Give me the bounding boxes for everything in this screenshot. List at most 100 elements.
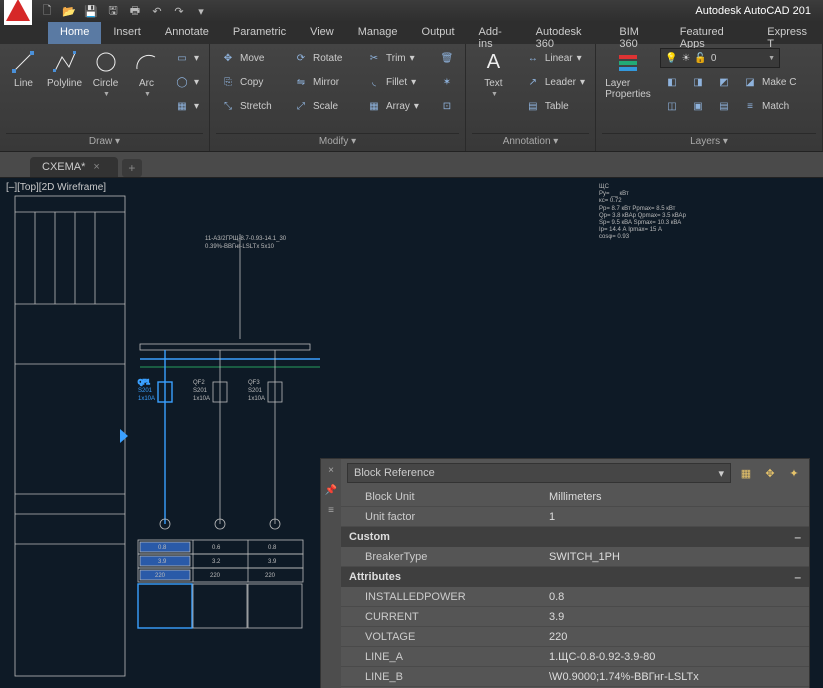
panel-modify-title[interactable]: Modify ▾ xyxy=(216,133,459,151)
file-tabs: CXEMA* × + xyxy=(0,152,823,178)
layer-combo[interactable]: 💡☀🔓 0 ▼ xyxy=(660,48,780,68)
rect-button[interactable]: ▭▾ xyxy=(170,48,203,68)
save-icon[interactable]: 💾 xyxy=(82,2,100,20)
ribbon-tabs: Home Insert Annotate Parametric View Man… xyxy=(0,22,823,44)
match-button[interactable]: ≡Match xyxy=(738,96,793,116)
layer-icon: ◪ xyxy=(742,74,758,90)
svg-text:220: 220 xyxy=(155,573,166,579)
new-icon[interactable]: 🗋 xyxy=(38,2,56,20)
tab-home[interactable]: Home xyxy=(48,22,101,44)
make-current-button[interactable]: ◪Make C xyxy=(738,72,800,92)
stretch-button[interactable]: ⤡Stretch xyxy=(216,96,283,116)
quickselect-icon[interactable]: ▦ xyxy=(737,464,755,482)
open-icon[interactable]: 📂 xyxy=(60,2,78,20)
leader-icon: ↗ xyxy=(525,74,541,90)
section-custom[interactable]: Custom– xyxy=(341,527,809,547)
saveas-icon[interactable]: 🖫 xyxy=(104,2,122,20)
leader-button[interactable]: ↗Leader ▾ xyxy=(521,72,589,92)
prop-row[interactable]: LINE_B\W0.9000;1.74%-ВВГнг-LSLTx xyxy=(341,667,809,687)
svg-text:11-А3/2ГРЩ-8.7-0.93-14.1_30: 11-А3/2ГРЩ-8.7-0.93-14.1_30 xyxy=(205,236,287,242)
layer-tool-3[interactable]: ◩ xyxy=(712,72,736,92)
move-button[interactable]: ✥Move xyxy=(216,48,283,68)
circle-button[interactable]: Circle▼ xyxy=(88,48,123,98)
arc-button[interactable]: Arc▼ xyxy=(129,48,164,98)
offset-button[interactable]: ⊡ xyxy=(435,96,459,116)
polyline-button[interactable]: Polyline xyxy=(47,48,82,89)
copy-button[interactable]: ⎘Copy xyxy=(216,72,283,92)
hatch-button[interactable]: ▦▾ xyxy=(170,96,203,116)
svg-text:S201: S201 xyxy=(248,388,263,394)
erase-button[interactable]: 🗑 xyxy=(435,48,459,68)
panel-draw-title[interactable]: Draw ▾ xyxy=(6,133,203,151)
layer-icon: ◧ xyxy=(664,74,680,90)
text-button[interactable]: A Text▼ xyxy=(472,48,515,98)
trim-button[interactable]: ✂Trim ▾ xyxy=(362,48,429,68)
tab-a360[interactable]: Autodesk 360 xyxy=(524,22,608,44)
collapse-icon[interactable]: – xyxy=(794,530,801,544)
redo-icon[interactable]: ↷ xyxy=(170,2,188,20)
tab-output[interactable]: Output xyxy=(410,22,467,44)
select-objects-icon[interactable]: ✥ xyxy=(761,464,779,482)
ellipse-button[interactable]: ◯▾ xyxy=(170,72,203,92)
tab-bim360[interactable]: BIM 360 xyxy=(607,22,667,44)
schematic-drawing[interactable]: 11-А3/2ГРЩ-8.7-0.93-14.1_30 0.39%-ВВГнг-… xyxy=(10,184,320,684)
tab-view[interactable]: View xyxy=(298,22,346,44)
tab-annotate[interactable]: Annotate xyxy=(153,22,221,44)
mirror-button[interactable]: ⇋Mirror xyxy=(289,72,356,92)
panel-layers-title[interactable]: Layers ▾ xyxy=(602,133,816,151)
layer-tool-2[interactable]: ◨ xyxy=(686,72,710,92)
explode-button[interactable]: ✶ xyxy=(435,72,459,92)
prop-row[interactable]: LINE_A 1.ЩС-0.8-0.92-3.9-80 xyxy=(341,647,809,667)
line-button[interactable]: Line xyxy=(6,48,41,89)
array-button[interactable]: ▦Array ▾ xyxy=(362,96,429,116)
scale-button[interactable]: ⤢Scale xyxy=(289,96,356,116)
svg-text:220: 220 xyxy=(265,573,276,579)
title-bar: 🗋 📂 💾 🖫 🖶 ↶ ↷ ▾ Autodesk AutoCAD 201 xyxy=(0,0,823,22)
layer-icon: ◨ xyxy=(690,74,706,90)
rotate-button[interactable]: ⟳Rotate xyxy=(289,48,356,68)
layer-icon: ◩ xyxy=(716,74,732,90)
prop-row[interactable]: CURRENT3.9 xyxy=(341,607,809,627)
plot-icon[interactable]: 🖶 xyxy=(126,2,144,20)
tab-insert[interactable]: Insert xyxy=(101,22,153,44)
table-button[interactable]: ▤Table xyxy=(521,96,589,116)
linear-button[interactable]: ↔Linear ▾ xyxy=(521,48,589,68)
add-tab-button[interactable]: + xyxy=(122,159,142,177)
drawing-canvas[interactable]: [–][Top][2D Wireframe] ЩС Ру= __ кВт кс=… xyxy=(0,178,823,688)
undo-icon[interactable]: ↶ xyxy=(148,2,166,20)
prop-row[interactable]: Block UnitMillimeters xyxy=(341,487,809,507)
prop-row[interactable]: Unit factor1 xyxy=(341,507,809,527)
tab-parametric[interactable]: Parametric xyxy=(221,22,298,44)
circle-icon xyxy=(92,48,120,76)
layer-tool-1[interactable]: ◧ xyxy=(660,72,684,92)
close-icon[interactable]: × xyxy=(93,161,99,173)
toggle-pickadd-icon[interactable]: ✦ xyxy=(785,464,803,482)
file-tab[interactable]: CXEMA* × xyxy=(30,157,118,177)
layer-tool-5[interactable]: ▣ xyxy=(686,96,710,116)
tab-featured[interactable]: Featured Apps xyxy=(668,22,756,44)
app-logo[interactable] xyxy=(4,0,32,25)
tab-manage[interactable]: Manage xyxy=(346,22,410,44)
prop-row[interactable]: VOLTAGE220 xyxy=(341,627,809,647)
polyline-icon xyxy=(51,48,79,76)
close-icon[interactable]: × xyxy=(324,463,338,477)
tab-addins[interactable]: Add-ins xyxy=(467,22,524,44)
menu-icon[interactable]: ≡ xyxy=(324,503,338,517)
layer-properties-button[interactable]: Layer Properties xyxy=(602,48,654,100)
chevron-down-icon: ▾ xyxy=(718,467,724,480)
layer-tool-4[interactable]: ◫ xyxy=(660,96,684,116)
prop-row[interactable]: INSTALLEDPOWER0.8 xyxy=(341,587,809,607)
object-type-combo[interactable]: Block Reference ▾ xyxy=(347,463,731,483)
explode-icon: ✶ xyxy=(439,74,455,90)
palette-gutter: × 📌 ≡ PROPERTIES ▣ xyxy=(321,459,341,688)
qat-dropdown-icon[interactable]: ▾ xyxy=(192,2,210,20)
pin-icon[interactable]: 📌 xyxy=(324,483,338,497)
panel-annotation-title[interactable]: Annotation ▾ xyxy=(472,133,589,151)
section-attributes[interactable]: Attributes– xyxy=(341,567,809,587)
layer-tool-6[interactable]: ▤ xyxy=(712,96,736,116)
prop-row[interactable]: BreakerTypeSWITCH_1PH xyxy=(341,547,809,567)
collapse-icon[interactable]: – xyxy=(794,570,801,584)
svg-text:0.8: 0.8 xyxy=(268,545,277,551)
tab-express[interactable]: Express T xyxy=(755,22,823,44)
fillet-button[interactable]: ◟Fillet ▾ xyxy=(362,72,429,92)
